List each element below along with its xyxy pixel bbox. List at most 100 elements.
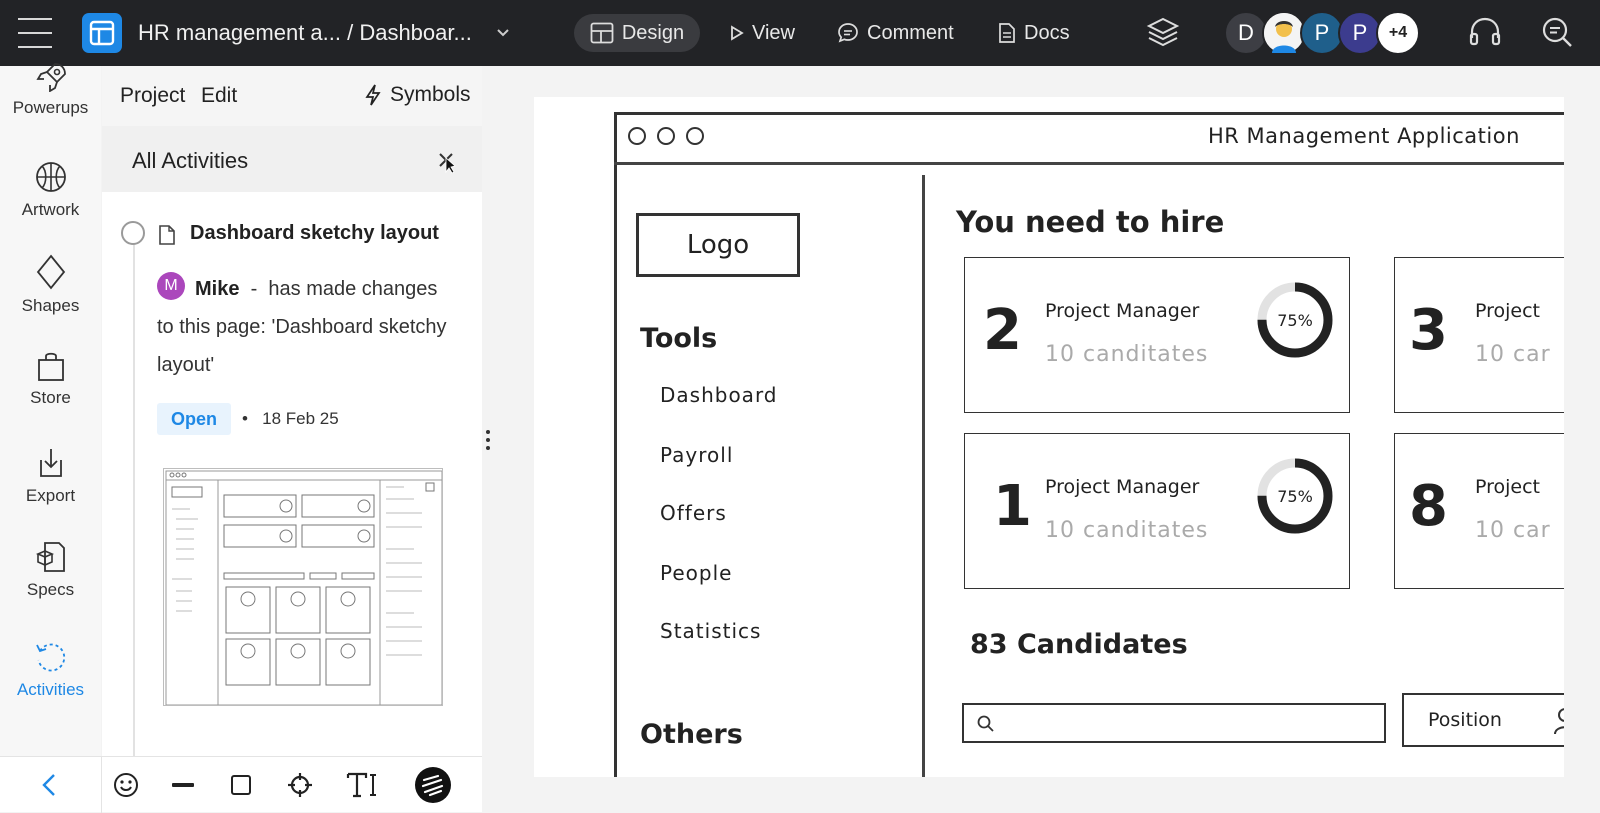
sketch-nav-people: People bbox=[660, 561, 733, 585]
sketch-nav-statistics: Statistics bbox=[660, 619, 762, 643]
panel-tabs: Project Edit Symbols bbox=[102, 66, 482, 126]
activity-timeline bbox=[133, 243, 135, 763]
play-icon bbox=[731, 25, 744, 41]
layout-icon bbox=[89, 20, 115, 46]
rail-item-label: Artwork bbox=[21, 200, 80, 219]
rail-item-label: Store bbox=[30, 388, 71, 407]
activity-status-dot[interactable] bbox=[121, 221, 145, 245]
activity-date: • 18 Feb 25 bbox=[242, 409, 339, 429]
sketch-tool-button[interactable] bbox=[414, 757, 452, 813]
headset-icon[interactable] bbox=[1468, 16, 1502, 48]
hire-count: 8 bbox=[1409, 474, 1448, 539]
design-canvas[interactable]: HR Management Application Logo Tools Das… bbox=[534, 97, 1564, 777]
rail-item-specs[interactable]: Specs bbox=[0, 540, 101, 600]
progress-ring: 75% bbox=[1257, 282, 1333, 358]
sketch-hire-card: 1 Project Manager 10 canditates 75% bbox=[964, 433, 1350, 589]
target-tool-button[interactable] bbox=[287, 757, 313, 813]
activity-separator: - bbox=[250, 278, 258, 300]
sketch-hire-card: 2 Project Manager 10 canditates 75% bbox=[964, 257, 1350, 413]
sketch-hire-card: 3 Project 10 car bbox=[1394, 257, 1564, 413]
activities-header: All Activities bbox=[102, 126, 482, 192]
specs-icon bbox=[35, 542, 65, 572]
tab-edit[interactable]: Edit bbox=[201, 84, 237, 108]
tab-project[interactable]: Project bbox=[120, 84, 185, 108]
document-title[interactable]: HR management a... / Dashboar... bbox=[138, 0, 472, 66]
rail-item-shapes[interactable]: Shapes bbox=[0, 254, 101, 316]
collapse-panel-button[interactable] bbox=[40, 757, 58, 813]
bullet: • bbox=[242, 409, 248, 428]
basketball-icon bbox=[35, 162, 66, 192]
mode-docs-label: Docs bbox=[1024, 21, 1070, 44]
sketch-hire-card: 8 Project 10 car bbox=[1394, 433, 1564, 589]
emoji-tool-button[interactable] bbox=[113, 757, 139, 813]
rail-item-label: Export bbox=[25, 486, 76, 505]
sketch-app-title: HR Management Application bbox=[1208, 124, 1520, 148]
search-icon[interactable] bbox=[1540, 15, 1574, 49]
rail-item-artwork[interactable]: Artwork bbox=[0, 160, 101, 220]
mode-comment-button[interactable]: Comment bbox=[837, 14, 954, 52]
activity-title[interactable]: Dashboard sketchy layout bbox=[190, 222, 439, 245]
bottom-toolbar bbox=[0, 756, 482, 813]
menu-icon[interactable] bbox=[18, 18, 52, 48]
user-photo-icon bbox=[1264, 13, 1304, 53]
hire-count: 3 bbox=[1409, 298, 1448, 363]
hire-role: Project Manager bbox=[1045, 476, 1200, 498]
rail-item-label: Shapes bbox=[21, 296, 80, 315]
tab-symbols[interactable]: Symbols bbox=[364, 83, 471, 107]
hire-count: 1 bbox=[993, 474, 1032, 539]
text-tool-button[interactable] bbox=[346, 757, 378, 813]
hire-role: Project Manager bbox=[1045, 300, 1200, 322]
app-logo[interactable] bbox=[82, 13, 122, 53]
chevron-left-icon bbox=[42, 774, 55, 796]
rail-item-export[interactable]: Export bbox=[0, 446, 101, 506]
smiley-icon bbox=[114, 773, 138, 797]
close-icon[interactable] bbox=[438, 150, 458, 179]
progress-label: 75% bbox=[1277, 311, 1313, 330]
sketch-hire-heading: You need to hire bbox=[956, 205, 1225, 239]
window-dot bbox=[657, 127, 675, 145]
layout-icon bbox=[590, 22, 614, 44]
sketch-nav-offers: Offers bbox=[660, 501, 727, 525]
export-icon bbox=[39, 449, 62, 477]
mode-design-label: Design bbox=[621, 21, 685, 44]
mode-view-label: View bbox=[752, 21, 795, 44]
square-icon bbox=[231, 775, 251, 795]
rectangle-tool-button[interactable] bbox=[230, 757, 252, 813]
mode-comment-label: Comment bbox=[867, 21, 954, 44]
status-badge[interactable]: Open bbox=[157, 403, 232, 435]
shopping-bag-icon bbox=[37, 352, 64, 381]
activity-message: Mike - has made changes to this page: 'D… bbox=[157, 270, 457, 384]
search-icon bbox=[977, 715, 994, 732]
rail-item-powerups[interactable]: Powerups bbox=[0, 62, 101, 118]
hire-candidates: 10 car bbox=[1475, 342, 1551, 367]
hire-count: 2 bbox=[983, 298, 1022, 363]
mode-view-button[interactable]: View bbox=[730, 14, 795, 52]
crosshair-icon bbox=[288, 773, 312, 797]
progress-label: 75% bbox=[1277, 487, 1313, 506]
layers-icon[interactable] bbox=[1146, 16, 1180, 48]
sketch-sidebar-divider bbox=[922, 175, 925, 777]
mode-docs-button[interactable]: Docs bbox=[998, 14, 1070, 52]
more-options-icon[interactable] bbox=[486, 430, 490, 450]
chevron-down-icon[interactable] bbox=[496, 22, 510, 42]
top-bar: HR management a... / Dashboar... Design … bbox=[0, 0, 1600, 66]
page-thumbnail[interactable] bbox=[163, 468, 443, 706]
rail-item-label: Powerups bbox=[12, 98, 89, 117]
sketch-titlebar-line bbox=[614, 162, 1564, 165]
rail-item-label: Specs bbox=[26, 580, 75, 599]
mode-design-button[interactable]: Design bbox=[574, 14, 700, 52]
rail-item-activities[interactable]: Activities bbox=[0, 640, 101, 700]
document-icon bbox=[999, 23, 1015, 43]
sketch-logo-text: Logo bbox=[686, 230, 750, 260]
more-collaborators-badge[interactable]: +4 bbox=[1376, 11, 1420, 55]
line-tool-button[interactable] bbox=[171, 757, 195, 813]
line-icon bbox=[172, 783, 194, 787]
hire-role: Project bbox=[1475, 476, 1541, 498]
thumbnail-sketch-image bbox=[165, 470, 442, 705]
sketch-search-box bbox=[962, 703, 1386, 743]
rail-item-store[interactable]: Store bbox=[0, 350, 101, 408]
sketch-logo-box: Logo bbox=[636, 213, 800, 277]
activities-title: All Activities bbox=[132, 148, 249, 173]
activity-user: Mike bbox=[195, 278, 240, 300]
left-rail: Powerups Artwork Shapes Store Export Spe… bbox=[0, 63, 101, 812]
